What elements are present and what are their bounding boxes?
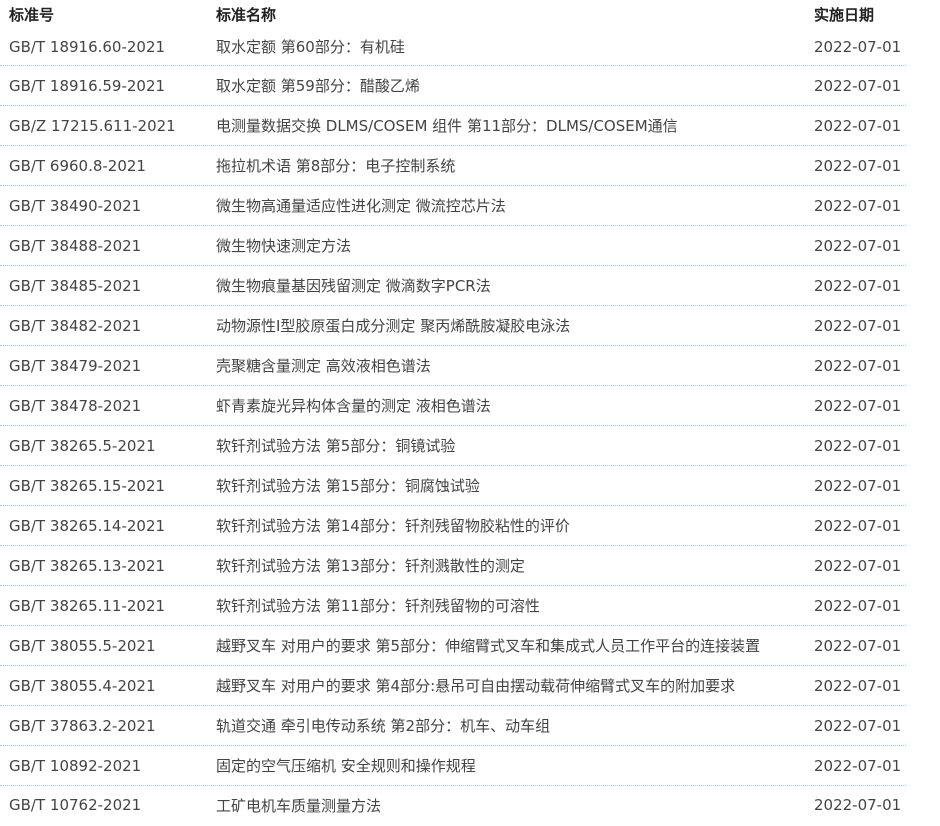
table-header: 标准号 标准名称 实施日期 — [0, 0, 906, 28]
standards-table: 标准号 标准名称 实施日期 GB/T 18916.60-2021 取水定额 第6… — [0, 0, 906, 824]
table-row[interactable]: GB/T 38265.5-2021 软钎剂试验方法 第5部分：铜镜试验 2022… — [0, 426, 906, 466]
standard-name[interactable]: 软钎剂试验方法 第13部分：钎剂溅散性的测定 — [207, 555, 805, 576]
standard-name[interactable]: 越野叉车 对用户的要求 第4部分:悬吊可自由摆动载荷伸缩臂式叉车的附加要求 — [207, 675, 805, 696]
standard-code[interactable]: GB/T 38265.5-2021 — [0, 437, 207, 455]
standard-code[interactable]: GB/T 38055.4-2021 — [0, 677, 207, 695]
effective-date: 2022-07-01 — [814, 516, 902, 535]
effective-date: 2022-07-01 — [814, 116, 902, 135]
standard-code[interactable]: GB/T 38485-2021 — [0, 277, 207, 295]
standard-name[interactable]: 电测量数据交换 DLMS/COSEM 组件 第11部分：DLMS/COSEM通信 — [207, 115, 805, 136]
effective-date: 2022-07-01 — [814, 756, 902, 775]
standard-name[interactable]: 软钎剂试验方法 第15部分：铜腐蚀试验 — [207, 475, 805, 496]
standard-code[interactable]: GB/T 18916.60-2021 — [0, 38, 207, 56]
standard-name[interactable]: 微生物高通量适应性进化测定 微流控芯片法 — [207, 195, 805, 216]
effective-date: 2022-07-01 — [814, 556, 902, 575]
standard-code[interactable]: GB/T 38488-2021 — [0, 237, 207, 255]
table-row[interactable]: GB/T 38485-2021 微生物痕量基因残留测定 微滴数字PCR法 202… — [0, 266, 906, 306]
standard-name[interactable]: 动物源性I型胶原蛋白成分测定 聚丙烯酰胺凝胶电泳法 — [207, 315, 805, 336]
effective-date: 2022-07-01 — [814, 396, 902, 415]
table-row[interactable]: GB/T 6960.8-2021 拖拉机术语 第8部分：电子控制系统 2022-… — [0, 146, 906, 186]
effective-date: 2022-07-01 — [814, 796, 902, 814]
standard-code[interactable]: GB/Z 17215.611-2021 — [0, 117, 207, 135]
effective-date: 2022-07-01 — [814, 596, 902, 615]
standard-name[interactable]: 拖拉机术语 第8部分：电子控制系统 — [207, 155, 805, 176]
standard-code[interactable]: GB/T 38265.13-2021 — [0, 557, 207, 575]
standard-name[interactable]: 取水定额 第59部分：醋酸乙烯 — [207, 75, 805, 96]
table-row[interactable]: GB/T 10892-2021 固定的空气压缩机 安全规则和操作规程 2022-… — [0, 746, 906, 786]
header-name: 标准名称 — [216, 6, 277, 24]
standard-name[interactable]: 软钎剂试验方法 第5部分：铜镜试验 — [207, 435, 805, 456]
standard-name[interactable]: 越野叉车 对用户的要求 第5部分：伸缩臂式叉车和集成式人员工作平台的连接装置 — [207, 635, 805, 656]
table-row[interactable]: GB/T 38265.15-2021 软钎剂试验方法 第15部分：铜腐蚀试验 2… — [0, 466, 906, 506]
standard-code[interactable]: GB/T 38490-2021 — [0, 197, 207, 215]
standard-code[interactable]: GB/T 38479-2021 — [0, 357, 207, 375]
table-row[interactable]: GB/T 38265.14-2021 软钎剂试验方法 第14部分：钎剂残留物胶粘… — [0, 506, 906, 546]
standard-code[interactable]: GB/T 38265.15-2021 — [0, 477, 207, 495]
standard-name[interactable]: 取水定额 第60部分：有机硅 — [207, 36, 805, 57]
effective-date: 2022-07-01 — [814, 636, 902, 655]
table-row[interactable]: GB/T 18916.60-2021 取水定额 第60部分：有机硅 2022-0… — [0, 28, 906, 66]
standard-code[interactable]: GB/T 37863.2-2021 — [0, 717, 207, 735]
standard-name[interactable]: 微生物痕量基因残留测定 微滴数字PCR法 — [207, 275, 805, 296]
standard-name[interactable]: 轨道交通 牵引电传动系统 第2部分：机车、动车组 — [207, 715, 805, 736]
table-row[interactable]: GB/T 38055.4-2021 越野叉车 对用户的要求 第4部分:悬吊可自由… — [0, 666, 906, 706]
table-row[interactable]: GB/T 10762-2021 工矿电机车质量测量方法 2022-07-01 — [0, 786, 906, 824]
standard-code[interactable]: GB/T 10762-2021 — [0, 796, 207, 814]
effective-date: 2022-07-01 — [814, 716, 902, 735]
standard-name[interactable]: 软钎剂试验方法 第14部分：钎剂残留物胶粘性的评价 — [207, 515, 805, 536]
standard-name[interactable]: 工矿电机车质量测量方法 — [207, 795, 805, 816]
standard-code[interactable]: GB/T 6960.8-2021 — [0, 157, 207, 175]
standard-name[interactable]: 壳聚糖含量测定 高效液相色谱法 — [207, 355, 805, 376]
standard-code[interactable]: GB/T 38055.5-2021 — [0, 637, 207, 655]
table-row[interactable]: GB/T 38479-2021 壳聚糖含量测定 高效液相色谱法 2022-07-… — [0, 346, 906, 386]
table-row[interactable]: GB/T 38482-2021 动物源性I型胶原蛋白成分测定 聚丙烯酰胺凝胶电泳… — [0, 306, 906, 346]
standard-code[interactable]: GB/T 38482-2021 — [0, 317, 207, 335]
table-row[interactable]: GB/T 38265.11-2021 软钎剂试验方法 第11部分：钎剂残留物的可… — [0, 586, 906, 626]
table-row[interactable]: GB/Z 17215.611-2021 电测量数据交换 DLMS/COSEM 组… — [0, 106, 906, 146]
effective-date: 2022-07-01 — [814, 156, 902, 175]
effective-date: 2022-07-01 — [814, 436, 902, 455]
effective-date: 2022-07-01 — [814, 356, 902, 375]
table-row[interactable]: GB/T 38488-2021 微生物快速测定方法 2022-07-01 — [0, 226, 906, 266]
standard-code[interactable]: GB/T 18916.59-2021 — [0, 77, 207, 95]
effective-date: 2022-07-01 — [814, 316, 902, 335]
table-row[interactable]: GB/T 38055.5-2021 越野叉车 对用户的要求 第5部分：伸缩臂式叉… — [0, 626, 906, 666]
effective-date: 2022-07-01 — [814, 196, 902, 215]
effective-date: 2022-07-01 — [814, 476, 902, 495]
standard-name[interactable]: 软钎剂试验方法 第11部分：钎剂残留物的可溶性 — [207, 595, 805, 616]
standard-code[interactable]: GB/T 38265.11-2021 — [0, 597, 207, 615]
table-row[interactable]: GB/T 37863.2-2021 轨道交通 牵引电传动系统 第2部分：机车、动… — [0, 706, 906, 746]
effective-date: 2022-07-01 — [814, 676, 902, 695]
standard-code[interactable]: GB/T 38265.14-2021 — [0, 517, 207, 535]
table-row[interactable]: GB/T 18916.59-2021 取水定额 第59部分：醋酸乙烯 2022-… — [0, 66, 906, 106]
effective-date: 2022-07-01 — [814, 76, 902, 95]
standard-code[interactable]: GB/T 10892-2021 — [0, 757, 207, 775]
standard-name[interactable]: 固定的空气压缩机 安全规则和操作规程 — [207, 755, 805, 776]
table-row[interactable]: GB/T 38478-2021 虾青素旋光异构体含量的测定 液相色谱法 2022… — [0, 386, 906, 426]
header-date: 实施日期 — [814, 6, 875, 24]
header-code: 标准号 — [9, 6, 55, 24]
table-row[interactable]: GB/T 38265.13-2021 软钎剂试验方法 第13部分：钎剂溅散性的测… — [0, 546, 906, 586]
effective-date: 2022-07-01 — [814, 37, 902, 56]
effective-date: 2022-07-01 — [814, 236, 902, 255]
standard-name[interactable]: 微生物快速测定方法 — [207, 235, 805, 256]
standard-code[interactable]: GB/T 38478-2021 — [0, 397, 207, 415]
effective-date: 2022-07-01 — [814, 276, 902, 295]
table-row[interactable]: GB/T 38490-2021 微生物高通量适应性进化测定 微流控芯片法 202… — [0, 186, 906, 226]
standard-name[interactable]: 虾青素旋光异构体含量的测定 液相色谱法 — [207, 395, 805, 416]
